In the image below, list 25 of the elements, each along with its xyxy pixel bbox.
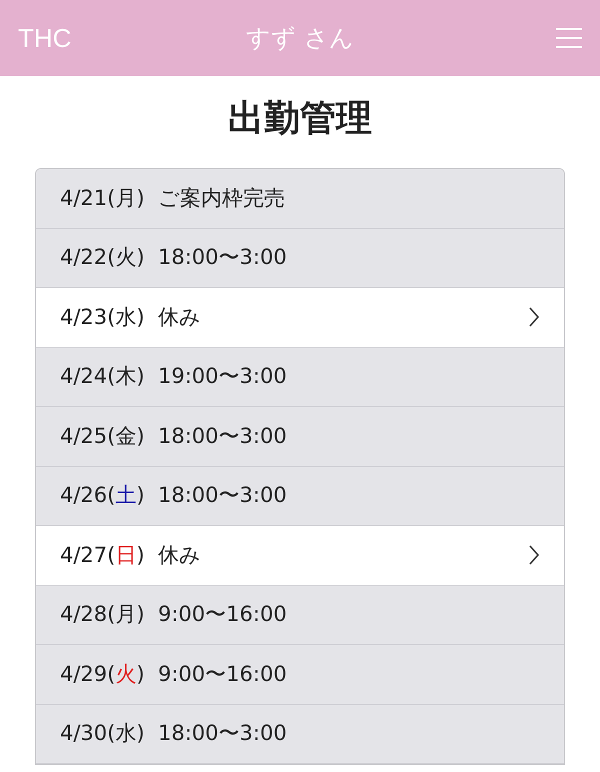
- date-label: 4/26(土): [60, 482, 146, 509]
- shift-time: 18:00〜3:00: [158, 720, 288, 747]
- date-label: 4/28(月): [60, 601, 146, 628]
- date-label: 4/30(水): [60, 720, 146, 747]
- shift-time: 18:00〜3:00: [158, 422, 288, 450]
- date-label: 4/22(火): [60, 244, 146, 271]
- date-label: 4/29(火): [60, 660, 146, 688]
- shift-time: 休み: [158, 542, 202, 568]
- shift-time: 18:00〜3:00: [158, 244, 288, 271]
- date-label: 4/27(日): [60, 542, 146, 568]
- menu-icon[interactable]: [556, 27, 582, 49]
- date-label: 4/25(金): [60, 422, 146, 450]
- date-label: 4/23(水): [60, 304, 146, 330]
- date-label: 4/21(月): [60, 184, 146, 212]
- date-label: 4/24(木): [60, 363, 146, 390]
- shift-time: 休み: [158, 304, 202, 330]
- chevron-right-icon: [528, 307, 540, 328]
- shift-time: ご案内枠完売: [158, 184, 286, 212]
- user-name: すず さん: [246, 23, 354, 54]
- shift-time: 9:00〜16:00: [158, 660, 288, 688]
- shift-time: 19:00〜3:00: [158, 363, 288, 390]
- shift-time: 18:00〜3:00: [158, 482, 288, 509]
- shift-time: 9:00〜16:00: [158, 601, 288, 628]
- page-title: 出勤管理: [227, 97, 373, 141]
- chevron-right-icon: [528, 545, 540, 566]
